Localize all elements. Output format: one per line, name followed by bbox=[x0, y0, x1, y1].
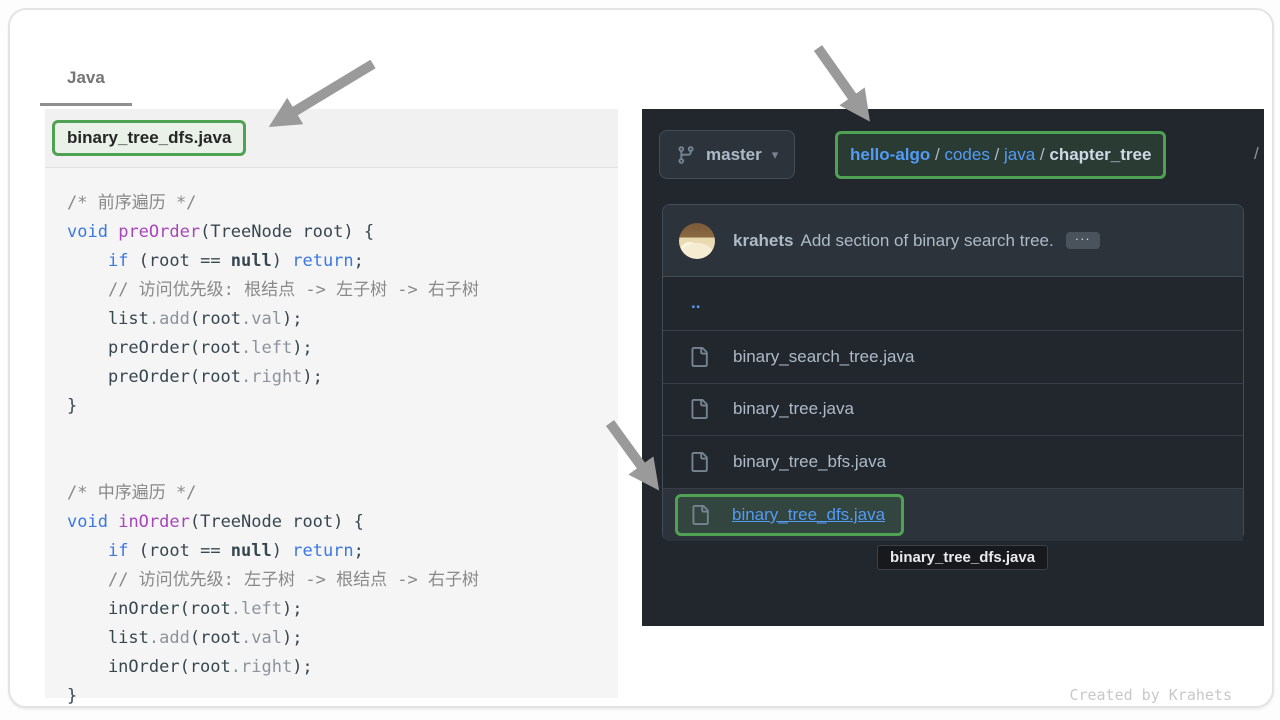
github-panel: master ▾ hello-algo / codes / java / cha… bbox=[642, 109, 1264, 626]
file-icon bbox=[689, 399, 709, 419]
filename-label: binary_tree_dfs.java bbox=[67, 128, 231, 147]
parent-directory-link[interactable]: .. bbox=[691, 293, 700, 313]
code-line: inOrder(root.left); bbox=[67, 595, 479, 624]
branch-selector-button[interactable]: master ▾ bbox=[659, 130, 795, 179]
breadcrumb-separator: / bbox=[930, 145, 944, 164]
file-list: .. binary_search_tree.java binary_tree.jav… bbox=[663, 277, 1243, 541]
code-header: binary_tree_dfs.java bbox=[45, 109, 618, 168]
git-branch-icon bbox=[676, 145, 696, 165]
commit-text: krahets Add section of binary search tre… bbox=[733, 231, 1100, 251]
avatar[interactable] bbox=[679, 223, 715, 259]
file-row-binary_search_tree.java[interactable]: binary_search_tree.java bbox=[663, 330, 1243, 383]
arrow-to-breadcrumb bbox=[818, 48, 861, 109]
tab-active-indicator bbox=[40, 103, 132, 106]
file-link[interactable]: binary_tree.java bbox=[733, 399, 854, 419]
code-line: void inOrder(TreeNode root) { bbox=[67, 508, 479, 537]
tab-java[interactable]: Java bbox=[67, 68, 105, 88]
tooltip: binary_tree_dfs.java bbox=[877, 545, 1048, 570]
code-line: preOrder(root.left); bbox=[67, 334, 479, 363]
code-line: preOrder(root.right); bbox=[67, 363, 479, 392]
filename-highlight-box: binary_tree_dfs.java bbox=[52, 120, 246, 156]
screenshot-root: Java binary_tree_dfs.java /* 前序遍历 */void… bbox=[0, 0, 1280, 720]
file-link[interactable]: binary_tree_dfs.java bbox=[732, 505, 885, 525]
code-line bbox=[67, 450, 479, 479]
breadcrumb-segment-chapter_tree: chapter_tree bbox=[1049, 145, 1151, 164]
code-line: // 访问优先级: 根结点 -> 左子树 -> 右子树 bbox=[67, 276, 479, 305]
file-row-binary_tree_bfs.java[interactable]: binary_tree_bfs.java bbox=[663, 435, 1243, 488]
code-line bbox=[67, 421, 479, 450]
figure-card: Java binary_tree_dfs.java /* 前序遍历 */void… bbox=[8, 8, 1274, 708]
file-link[interactable]: binary_search_tree.java bbox=[733, 347, 914, 367]
code-panel: binary_tree_dfs.java /* 前序遍历 */void preO… bbox=[45, 109, 618, 698]
file-icon bbox=[690, 505, 710, 525]
breadcrumb-separator: / bbox=[1035, 145, 1049, 164]
code-line: } bbox=[67, 682, 479, 711]
chevron-down-icon: ▾ bbox=[772, 147, 779, 163]
file-browser: krahets Add section of binary search tre… bbox=[662, 204, 1244, 541]
file-row-binary_tree.java[interactable]: binary_tree.java bbox=[663, 383, 1243, 436]
breadcrumb-trailing-slash: / bbox=[1254, 144, 1259, 164]
file-icon bbox=[689, 452, 709, 472]
code-line: list.add(root.val); bbox=[67, 305, 479, 334]
commit-more-button[interactable]: ··· bbox=[1066, 232, 1100, 249]
code-block: /* 前序遍历 */void preOrder(TreeNode root) {… bbox=[67, 189, 479, 711]
breadcrumb-segment-java[interactable]: java bbox=[1004, 145, 1035, 164]
breadcrumb-highlight-box: hello-algo / codes / java / chapter_tree bbox=[835, 131, 1166, 179]
commit-header: krahets Add section of binary search tre… bbox=[663, 205, 1243, 277]
branch-label: master bbox=[706, 145, 762, 165]
file-icon bbox=[689, 347, 709, 367]
breadcrumb-segment-hello-algo[interactable]: hello-algo bbox=[850, 145, 930, 164]
breadcrumb: hello-algo / codes / java / chapter_tree bbox=[850, 145, 1151, 165]
code-line: list.add(root.val); bbox=[67, 624, 479, 653]
code-line: inOrder(root.right); bbox=[67, 653, 479, 682]
file-link[interactable]: binary_tree_bfs.java bbox=[733, 452, 886, 472]
commit-message-link[interactable]: Add section of binary search tree. bbox=[800, 231, 1053, 251]
code-line: /* 前序遍历 */ bbox=[67, 189, 479, 218]
code-line: /* 中序遍历 */ bbox=[67, 479, 479, 508]
code-line: if (root == null) return; bbox=[67, 537, 479, 566]
commit-author-link[interactable]: krahets bbox=[733, 231, 793, 251]
credit-text: Created by Krahets bbox=[1069, 686, 1232, 704]
breadcrumb-segment-codes[interactable]: codes bbox=[944, 145, 989, 164]
code-line: void preOrder(TreeNode root) { bbox=[67, 218, 479, 247]
code-line: if (root == null) return; bbox=[67, 247, 479, 276]
file-highlight-box: binary_tree_dfs.java bbox=[675, 494, 904, 536]
code-line: // 访问优先级: 左子树 -> 根结点 -> 右子树 bbox=[67, 566, 479, 595]
file-row-binary_tree_dfs.java[interactable]: binary_tree_dfs.java bbox=[663, 488, 1243, 541]
code-line: } bbox=[67, 392, 479, 421]
breadcrumb-separator: / bbox=[990, 145, 1004, 164]
file-row-up[interactable]: .. bbox=[663, 277, 1243, 330]
